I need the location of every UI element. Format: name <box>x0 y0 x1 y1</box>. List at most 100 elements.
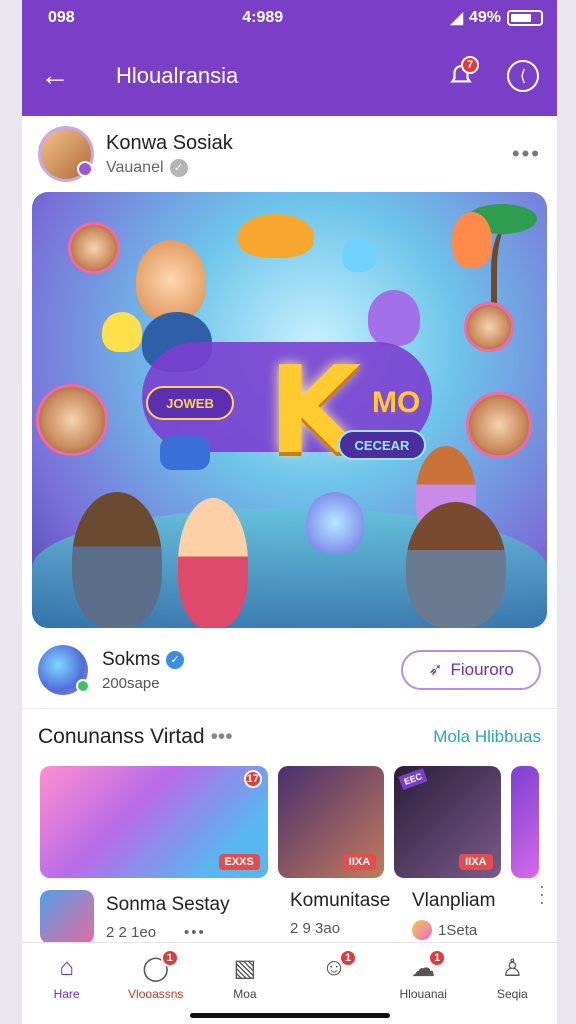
profile-icon: ♙ <box>501 954 524 982</box>
video-thumbnail[interactable] <box>510 766 539 878</box>
hero-pill-left: JOWEB <box>146 386 234 420</box>
avatar-status-dot <box>77 161 93 177</box>
thumbnail-tag: EXXS <box>218 854 260 870</box>
vertical-more-icon[interactable]: · · · <box>539 877 545 911</box>
status-time: 4:989 <box>242 9 284 26</box>
more-options-icon[interactable]: ••• <box>512 141 541 167</box>
battery-icon <box>507 10 543 26</box>
rocket-illustration <box>452 212 492 268</box>
monster-illustration <box>238 214 314 258</box>
nav-home[interactable]: ⌂ Hare <box>26 953 108 1001</box>
item-meta: 2 9 3ao <box>290 920 341 937</box>
signal-icon: ◢ <box>450 10 463 27</box>
nav-create[interactable]: ▧ Moa <box>204 953 286 1002</box>
rail-meta-row: Sonma Sestay 2 2 1eo ••• Komunitase 2 9 … <box>22 878 557 944</box>
app-screen: 098 4:989 ◢ 49% ← Hloualransia 7 ⟨ Konwa… <box>22 0 557 1024</box>
section-more-dots[interactable]: ••• <box>211 725 233 748</box>
section-title: Conunanss Virtad <box>38 724 205 748</box>
nav-label: Hare <box>53 987 80 1001</box>
video-rail: 17 EXXS IIXA EEC IIXA <box>22 766 557 878</box>
see-all-link[interactable]: Mola Hlibbuas <box>433 727 541 747</box>
home-icon: ⌂ <box>59 954 74 981</box>
hero-pill-right: CECEAR <box>338 430 426 460</box>
nav-label: Vlooassns <box>128 987 184 1001</box>
item-title: Komunitase <box>290 890 391 911</box>
follow-button[interactable]: ➶ Fiouroro <box>401 650 541 690</box>
creator-name-row: Sokms ✓ <box>102 649 401 671</box>
status-time-left: 098 <box>48 9 75 26</box>
nav-label: Hlouanai <box>399 987 447 1001</box>
post-subtitle-row: Vauanel ✓ <box>106 158 512 177</box>
nav-badge: 1 <box>339 949 358 967</box>
compass-icon[interactable]: ⟨ <box>507 60 539 92</box>
status-bar: 098 4:989 ◢ 49% <box>22 0 557 36</box>
bottom-nav: ⌂ Hare ◯ 1 Vlooassns ▧ Moa ☺ 1 ☁ 1 Hloua… <box>22 942 557 1024</box>
list-item[interactable]: Komunitase 2 9 3ao <box>290 890 402 944</box>
nav-label: Seqia <box>497 987 528 1001</box>
video-thumbnail[interactable]: 17 EXXS <box>40 766 268 878</box>
item-meta: 2 2 1eo <box>106 923 157 941</box>
thumbnail-badge: 17 <box>243 770 262 788</box>
video-thumbnail[interactable]: EEC IIXA <box>394 766 501 878</box>
video-thumbnail[interactable]: IIXA <box>277 766 385 878</box>
post-author-name[interactable]: Konwa Sosiak <box>106 132 512 155</box>
thumbnail-stamp: EEC <box>398 767 428 791</box>
boy-illustration <box>178 498 248 628</box>
post-author-meta: Konwa Sosiak Vauanel ✓ <box>106 132 512 177</box>
avatar-bubble <box>466 392 532 458</box>
man-illustration <box>72 492 162 628</box>
nav-community[interactable]: ☁ 1 Hlouanai <box>382 949 464 1001</box>
item-meta-row: 2 2 1eo ••• <box>106 924 230 941</box>
creator-followers: 200sape <box>102 674 160 692</box>
item-meta-row: 1Seta <box>412 920 524 940</box>
avatar-bubble <box>68 222 120 274</box>
list-item[interactable]: Sonma Sestay 2 2 1eo ••• <box>40 890 280 944</box>
item-more-dots[interactable]: ••• <box>184 924 206 941</box>
back-arrow-icon[interactable]: ← <box>40 59 80 93</box>
creator-name[interactable]: Sokms <box>102 649 160 671</box>
alien-illustration <box>306 492 364 554</box>
emoji-icon <box>412 920 432 940</box>
post-subtitle: Vauanel <box>106 158 164 176</box>
verified-badge-icon: ✓ <box>166 650 185 669</box>
app-bar: ← Hloualransia 7 ⟨ <box>22 36 557 116</box>
follow-label: Fiouroro <box>450 660 514 679</box>
nav-label: Moa <box>233 987 257 1001</box>
thumbnail-tag: IIXA <box>342 854 377 870</box>
item-title: Sonma Sestay <box>106 893 230 915</box>
nav-games[interactable]: ☺ 1 <box>293 949 375 983</box>
notifications-button[interactable]: 7 <box>441 56 481 96</box>
section-header: Conunanss Virtad ••• Mola Hlibbuas <box>22 708 557 764</box>
nav-badge: 1 <box>160 949 179 967</box>
item-meta: 1Seta <box>438 921 478 939</box>
page-title: Hloualransia <box>116 63 239 88</box>
home-indicator <box>190 1013 390 1018</box>
notification-badge: 7 <box>461 56 479 74</box>
hero-logo-letter: K <box>268 342 361 481</box>
thumbnail-tag: IIXA <box>459 854 493 870</box>
online-dot <box>76 679 90 693</box>
author-avatar[interactable] <box>38 126 94 182</box>
creator-meta: Sokms ✓ 200sape <box>102 649 401 692</box>
man-waving-illustration <box>406 502 506 628</box>
cartoon-boy-illustration <box>136 240 206 320</box>
send-icon: ➶ <box>428 660 443 679</box>
gamepad-icon <box>160 436 210 470</box>
list-item[interactable]: Vlanpliam 1Seta <box>412 890 524 944</box>
status-right: ◢ 49% <box>451 8 543 28</box>
bubble-creature-illustration <box>342 238 376 272</box>
item-text: Sonma Sestay 2 2 1eo ••• <box>106 894 230 941</box>
hero-banner-image[interactable]: JOWEB K MO CECEAR <box>32 192 547 628</box>
verified-icon: ✓ <box>169 158 188 177</box>
yellow-creature-illustration <box>102 312 142 352</box>
girl-illustration <box>368 290 420 346</box>
battery-percent: 49% <box>468 9 501 26</box>
nav-profile[interactable]: ♙ Seqia <box>471 953 553 1002</box>
avatar-bubble <box>464 302 514 352</box>
avatar-bubble <box>36 384 108 456</box>
creator-avatar[interactable] <box>38 645 90 695</box>
edit-icon: ▧ <box>233 954 257 982</box>
nav-messages[interactable]: ◯ 1 Vlooassns <box>115 949 197 1001</box>
hero-logo-mo: MO <box>372 386 421 419</box>
nav-badge: 1 <box>428 949 447 967</box>
